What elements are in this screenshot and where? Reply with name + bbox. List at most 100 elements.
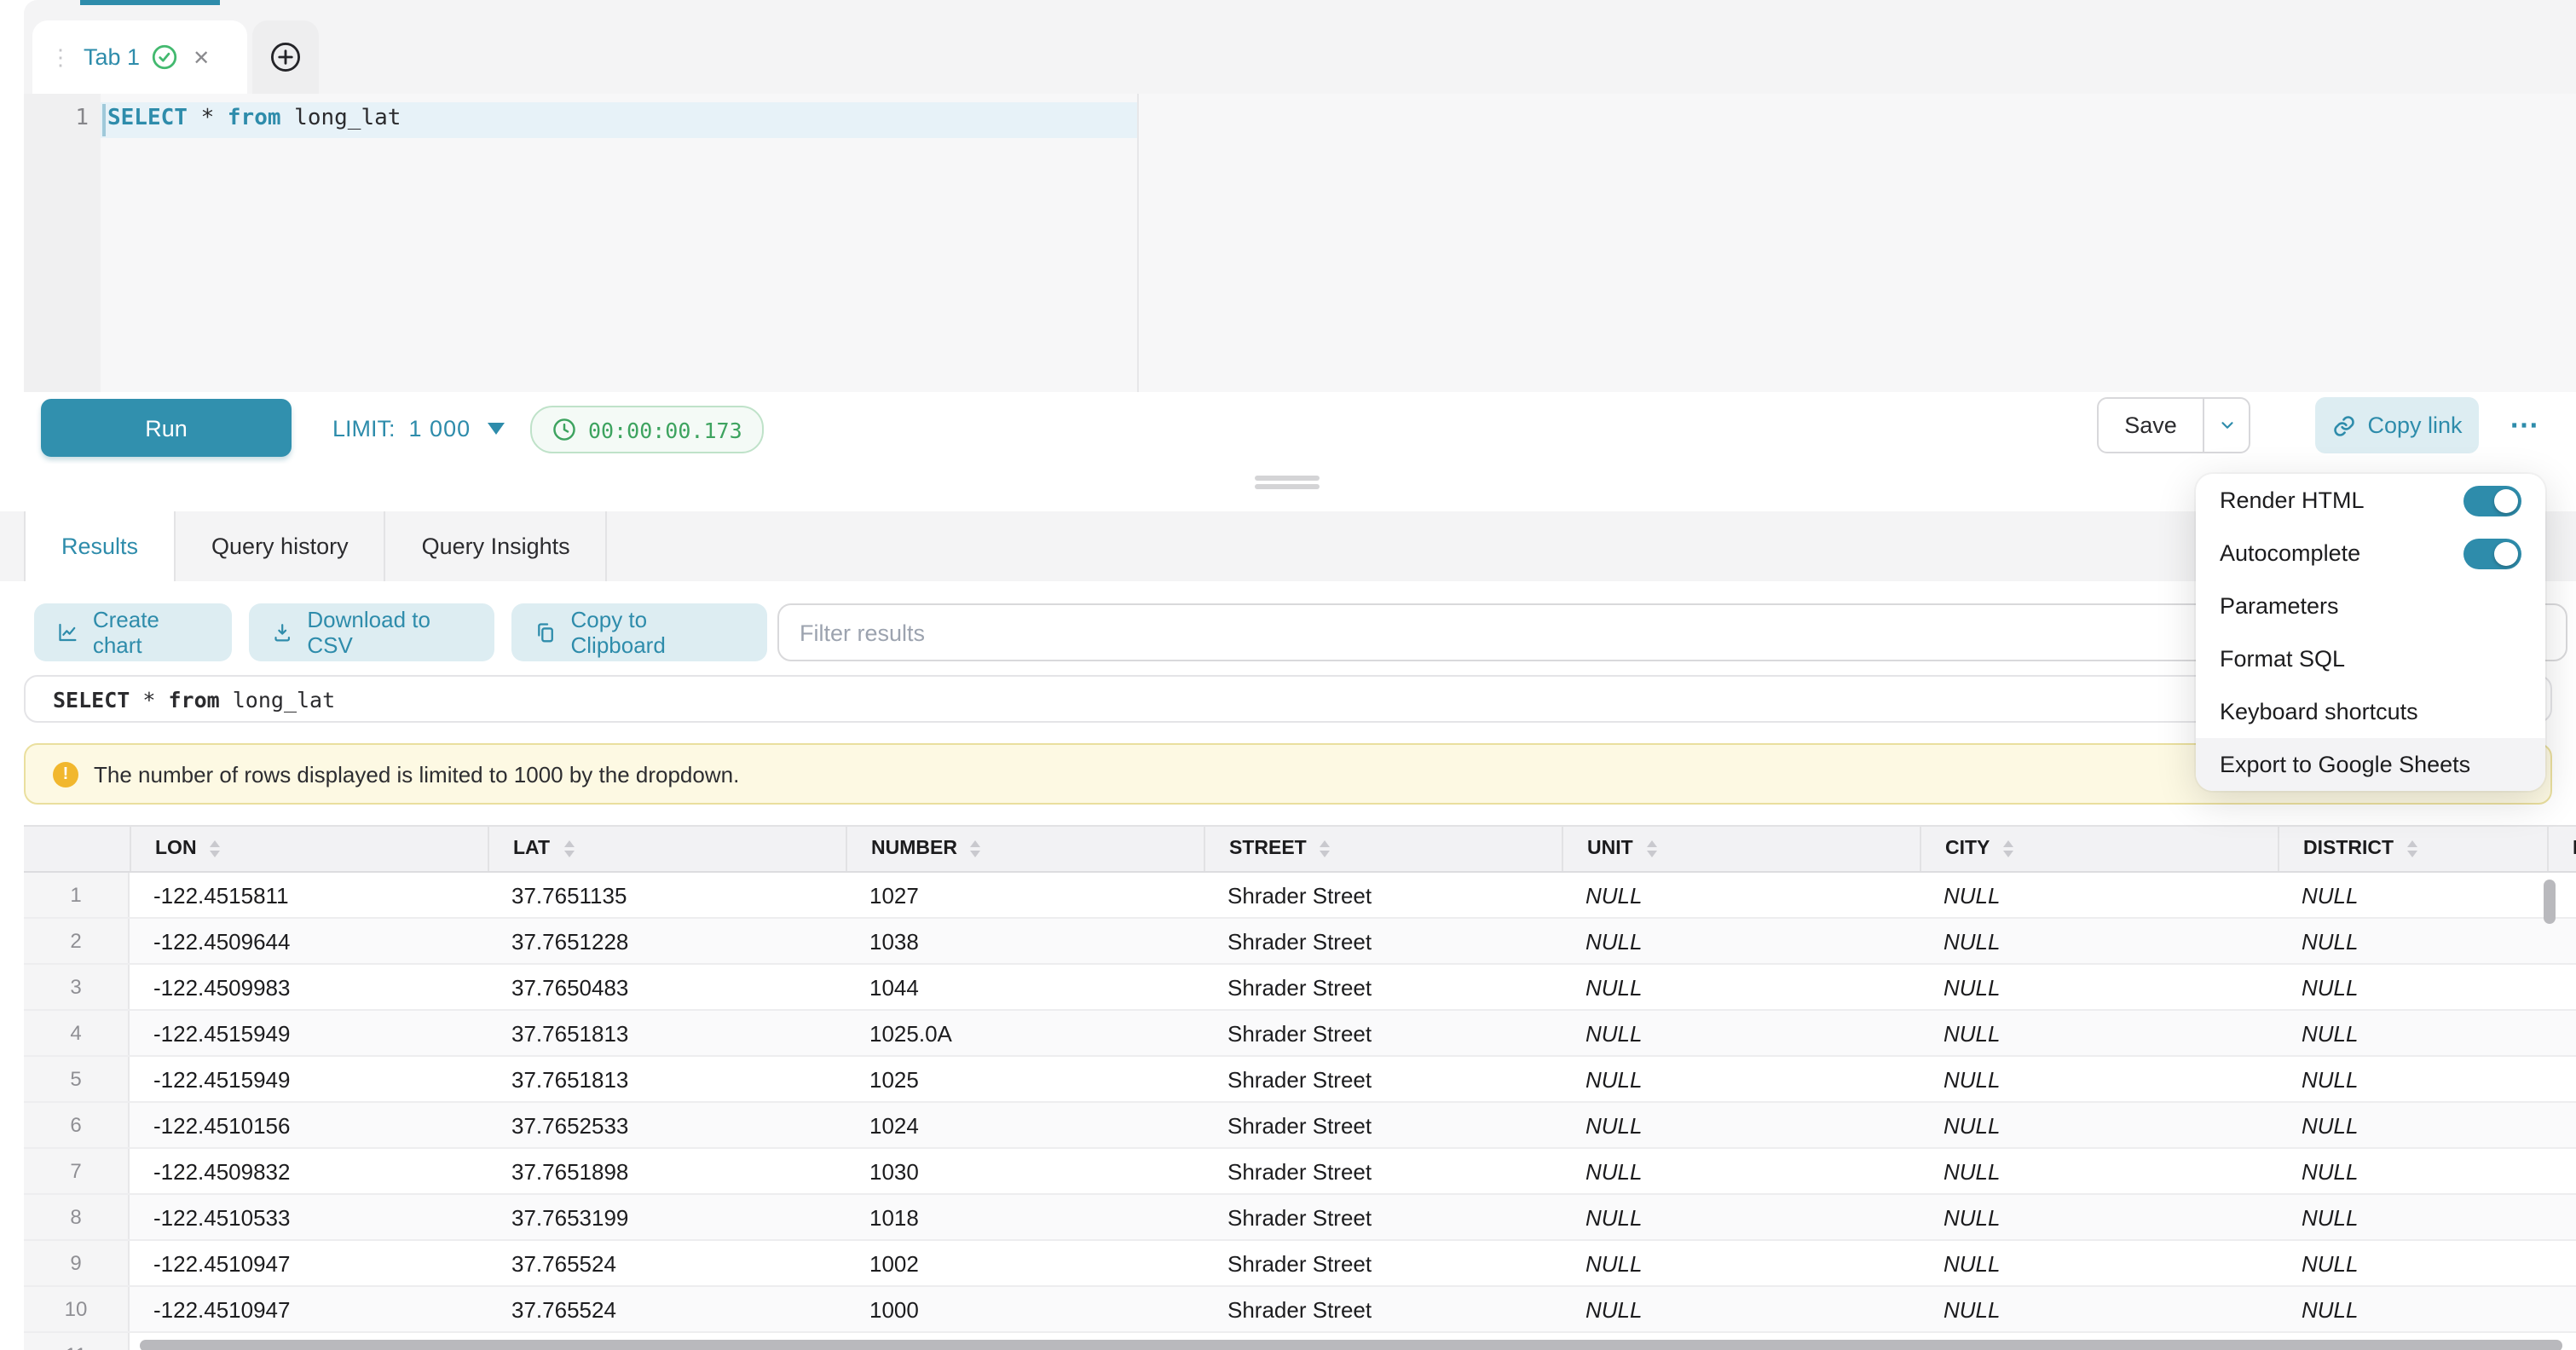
sort-icon[interactable] (1320, 840, 1331, 857)
column-header-number[interactable]: NUMBER (846, 827, 1204, 871)
cell-unit[interactable]: NULL (1562, 1103, 1920, 1147)
cell-street[interactable]: Shrader Street (1204, 919, 1562, 963)
table-row[interactable]: 3-122.450998337.76504831044Shrader Stree… (24, 965, 2576, 1011)
table-row[interactable]: 6-122.451015637.76525331024Shrader Stree… (24, 1103, 2576, 1149)
download-csv-button[interactable]: Download to CSV (249, 603, 494, 661)
cell-street[interactable]: Shrader Street (1204, 965, 1562, 1009)
copy-link-button[interactable]: Copy link (2315, 397, 2479, 453)
cell-unit[interactable]: NULL (1562, 873, 1920, 917)
cell-city[interactable]: NULL (1920, 1287, 2278, 1331)
cell-district[interactable]: NULL (2278, 1103, 2547, 1147)
cell-lat[interactable]: 37.765524 (488, 1241, 846, 1285)
cell-lon[interactable]: -122.4515949 (130, 1057, 488, 1101)
column-header-district[interactable]: DISTRICT (2278, 827, 2547, 871)
cell-city[interactable]: NULL (1920, 1057, 2278, 1101)
cell-city[interactable]: NULL (1920, 1103, 2278, 1147)
cell-lat[interactable]: 37.7651135 (488, 873, 846, 917)
menu-item-render-html[interactable]: Render HTML (2196, 474, 2545, 527)
column-header-lat[interactable]: LAT (488, 827, 846, 871)
sort-icon[interactable] (2407, 840, 2417, 857)
cell-street[interactable]: Shrader Street (1204, 1287, 1562, 1331)
table-row[interactable]: 2-122.450964437.76512281038Shrader Stree… (24, 919, 2576, 965)
table-row[interactable]: 10-122.451094737.7655241000Shrader Stree… (24, 1287, 2576, 1333)
close-tab-icon[interactable]: ✕ (193, 45, 210, 69)
cell-city[interactable]: NULL (1920, 1149, 2278, 1193)
cell-unit[interactable]: NULL (1562, 1149, 1920, 1193)
tab-query-insights[interactable]: Query Insights (386, 511, 608, 581)
cell-city[interactable]: NULL (1920, 919, 2278, 963)
menu-item-export-to-google-sheets[interactable]: Export to Google Sheets (2196, 738, 2545, 791)
sort-icon[interactable] (563, 840, 574, 857)
horizontal-scrollbar[interactable] (140, 1340, 2562, 1350)
cell-unit[interactable]: NULL (1562, 1241, 1920, 1285)
create-chart-button[interactable]: Create chart (34, 603, 232, 661)
cell-district[interactable]: NULL (2278, 1241, 2547, 1285)
cell-lon[interactable]: -122.4509832 (130, 1149, 488, 1193)
cell-city[interactable]: NULL (1920, 1011, 2278, 1055)
cell-lon[interactable]: -122.4509983 (130, 965, 488, 1009)
save-options-button[interactable] (2203, 399, 2249, 452)
menu-item-autocomplete[interactable]: Autocomplete (2196, 527, 2545, 580)
toggle-on[interactable] (2463, 485, 2521, 516)
menu-item-keyboard-shortcuts[interactable]: Keyboard shortcuts (2196, 685, 2545, 738)
run-button[interactable]: Run (41, 399, 292, 457)
cell-unit[interactable]: NULL (1562, 1195, 1920, 1239)
cell-district[interactable]: NULL (2278, 1057, 2547, 1101)
limit-dropdown[interactable]: LIMIT: 1 000 (332, 392, 505, 464)
table-row[interactable]: 1-122.451581137.76511351027Shrader Stree… (24, 873, 2576, 919)
pane-splitter[interactable] (0, 464, 2576, 511)
cell-unit[interactable]: NULL (1562, 1011, 1920, 1055)
column-header-re[interactable]: RE (2547, 827, 2576, 871)
cell-district[interactable]: NULL (2278, 919, 2547, 963)
cell-district[interactable]: NULL (2278, 965, 2547, 1009)
cell-lon[interactable]: -122.4510947 (130, 1287, 488, 1331)
copy-clipboard-button[interactable]: Copy to Clipboard (511, 603, 767, 661)
save-button[interactable]: Save (2099, 399, 2203, 452)
more-options-button[interactable]: ⋯ (2499, 397, 2550, 453)
cell-district[interactable]: NULL (2278, 1011, 2547, 1055)
cell-unit[interactable]: NULL (1562, 919, 1920, 963)
cell-number[interactable]: 1002 (846, 1241, 1204, 1285)
cell-lon[interactable]: -122.4510533 (130, 1195, 488, 1239)
cell-lon[interactable]: -122.4515949 (130, 1011, 488, 1055)
vertical-scrollbar[interactable] (2544, 880, 2556, 924)
cell-lat[interactable]: 37.7651813 (488, 1057, 846, 1101)
cell-lon[interactable]: -122.4510947 (130, 1241, 488, 1285)
cell-street[interactable]: Shrader Street (1204, 1149, 1562, 1193)
sort-icon[interactable] (971, 840, 981, 857)
table-row[interactable]: 5-122.451594937.76518131025Shrader Stree… (24, 1057, 2576, 1103)
table-row[interactable]: 4-122.451594937.76518131025.0AShrader St… (24, 1011, 2576, 1057)
tab-query-history[interactable]: Query history (176, 511, 386, 581)
sort-icon[interactable] (211, 840, 221, 857)
cell-lon[interactable]: -122.4509644 (130, 919, 488, 963)
table-body[interactable]: 1-122.451581137.76511351027Shrader Stree… (24, 873, 2576, 1350)
cell-street[interactable]: Shrader Street (1204, 1057, 1562, 1101)
cell-district[interactable]: NULL (2278, 1287, 2547, 1331)
toggle-on[interactable] (2463, 538, 2521, 568)
cell-district[interactable]: NULL (2278, 1149, 2547, 1193)
cell-street[interactable]: Shrader Street (1204, 1195, 1562, 1239)
cell-city[interactable]: NULL (1920, 1241, 2278, 1285)
sql-editor[interactable]: 1 SELECT * from long_lat (24, 94, 2576, 392)
table-row[interactable]: 9-122.451094737.7655241002Shrader Street… (24, 1241, 2576, 1287)
cell-street[interactable]: Shrader Street (1204, 1103, 1562, 1147)
cell-number[interactable]: 1044 (846, 965, 1204, 1009)
cell-district[interactable]: NULL (2278, 1195, 2547, 1239)
cell-city[interactable]: NULL (1920, 965, 2278, 1009)
cell-number[interactable]: 1000 (846, 1287, 1204, 1331)
menu-item-format-sql[interactable]: Format SQL (2196, 632, 2545, 685)
cell-lat[interactable]: 37.7653199 (488, 1195, 846, 1239)
cell-street[interactable]: Shrader Street (1204, 1011, 1562, 1055)
cell-street[interactable]: Shrader Street (1204, 873, 1562, 917)
cell-unit[interactable]: NULL (1562, 965, 1920, 1009)
cell-lat[interactable]: 37.7651228 (488, 919, 846, 963)
menu-item-parameters[interactable]: Parameters (2196, 580, 2545, 632)
column-header-unit[interactable]: UNIT (1562, 827, 1920, 871)
sort-icon[interactable] (2003, 840, 2013, 857)
cell-lat[interactable]: 37.765524 (488, 1287, 846, 1331)
cell-number[interactable]: 1024 (846, 1103, 1204, 1147)
cell-lat[interactable]: 37.7652533 (488, 1103, 846, 1147)
cell-lat[interactable]: 37.7651813 (488, 1011, 846, 1055)
cell-city[interactable]: NULL (1920, 1195, 2278, 1239)
cell-number[interactable]: 1025.0A (846, 1011, 1204, 1055)
